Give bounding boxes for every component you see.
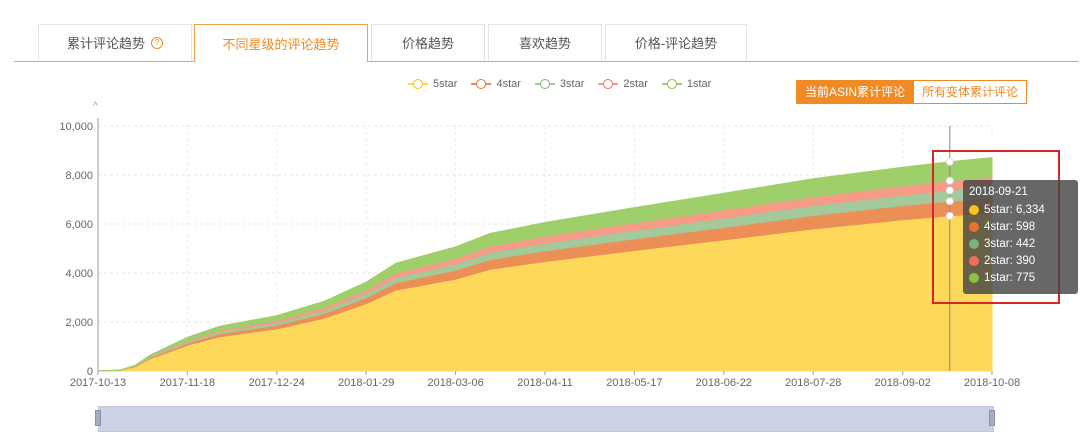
x-tick-label: 2018-01-29 [338,377,394,389]
x-tick-label: 2018-04-11 [517,377,572,389]
x-tick-label: 2018-03-06 [427,377,483,389]
x-tick-label: 2017-12-24 [249,377,305,389]
series-dot-icon [969,255,979,266]
x-tick-label: 2018-09-02 [874,377,930,389]
tooltip-date: 2018-09-21 [969,186,1028,198]
series-dot-icon [969,272,979,283]
y-tick-label: 6,000 [65,219,93,231]
tooltip-row: 4star: 598 [969,218,1078,235]
tooltip-row: 2star: 390 [969,252,1078,269]
x-tick-label: 2018-07-28 [785,377,841,389]
tooltip-row: 5star: 6,334 [969,201,1078,218]
series-dot-icon [969,204,979,215]
data-zoom-slider[interactable] [98,406,994,432]
x-tick-label: 2018-06-22 [696,377,752,389]
chart-tooltip: 2018-09-21 5star: 6,334 4star: 598 3star… [963,180,1078,294]
tooltip-row: 1star: 775 [969,269,1078,286]
y-tick-label: 4,000 [65,268,93,280]
x-tick-label: 2017-11-18 [160,377,215,389]
y-tick-label: 2,000 [65,317,93,329]
x-tick-label: 2018-10-08 [964,377,1020,389]
tooltip-row-label: 5star: 6,334 [984,203,1045,216]
tooltip-row-label: 2star: 390 [984,254,1036,267]
tooltip-row: 3star: 442 [969,235,1078,252]
series-dot-icon [969,221,979,232]
x-tick-label: 2017-10-13 [70,377,126,389]
y-tick-label: 8,000 [65,170,93,182]
stacked-area-chart: 02,0004,0006,0008,00010,0002017-10-13 201… [59,118,1020,389]
tooltip-row-label: 4star: 598 [984,220,1036,233]
tooltip-row-label: 1star: 775 [984,271,1036,284]
tooltip-row-label: 3star: 442 [984,237,1036,250]
zoom-handle-left[interactable] [95,410,101,426]
series-dot-icon [969,238,979,249]
y-tick-label: 10,000 [59,121,93,133]
x-tick-label: 2018-05-17 [606,377,662,389]
zoom-handle-right[interactable] [989,410,995,426]
